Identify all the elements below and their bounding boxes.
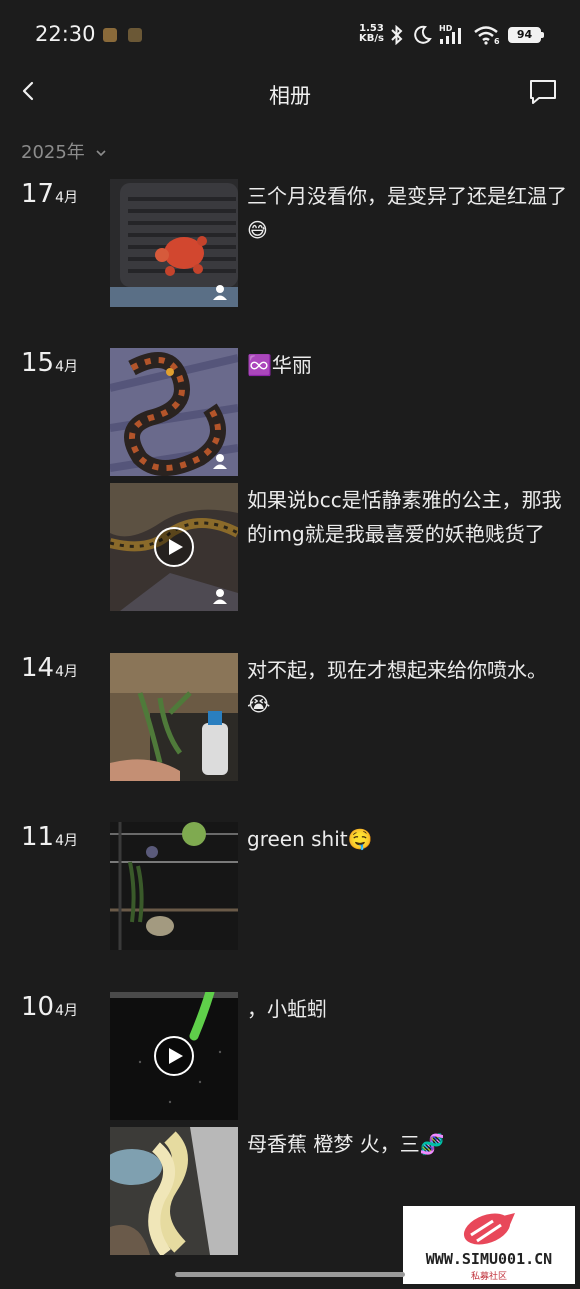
post-thumbnail[interactable] bbox=[110, 653, 238, 781]
play-icon[interactable] bbox=[153, 1035, 195, 1077]
post-thumbnail[interactable] bbox=[110, 483, 238, 611]
post-caption: 三个月没看你，是变异了还是红温了😅 bbox=[247, 184, 567, 242]
year-filter-dropdown[interactable]: 2025年 bbox=[21, 138, 107, 164]
watermark-text: WWW.SIMU001.CN bbox=[425, 1250, 553, 1268]
home-indicator[interactable] bbox=[175, 1272, 405, 1277]
post-thumbnail[interactable] bbox=[110, 1127, 238, 1255]
watermark-subtext: 私募社区 bbox=[470, 1272, 507, 1282]
network-speed-unit: KB/s bbox=[359, 33, 384, 44]
private-person-icon bbox=[213, 454, 227, 469]
thumbnail-image bbox=[110, 822, 238, 950]
signal-icon bbox=[440, 28, 461, 44]
private-person-icon bbox=[213, 589, 227, 604]
date-month: 4月 bbox=[55, 664, 79, 680]
message-bubble-icon bbox=[530, 80, 556, 104]
moon-icon bbox=[414, 25, 432, 44]
post-caption: ，小蚯蚓 bbox=[247, 997, 327, 1021]
page-title: 相册 bbox=[269, 84, 311, 108]
post-caption: 对不起，现在才想起来给你喷水。😭 bbox=[247, 658, 547, 716]
notification-app-icon bbox=[103, 28, 117, 42]
chevron-down-icon bbox=[95, 150, 106, 157]
status-bar: 22:30 1.53 KB/s HD 6 94 bbox=[0, 0, 580, 70]
post-caption: ♾️华丽 bbox=[247, 353, 312, 377]
date-month: 4月 bbox=[55, 359, 79, 375]
post-caption: green shit🤤 bbox=[247, 827, 373, 851]
date-day: 14 bbox=[21, 653, 55, 683]
post-thumbnail[interactable] bbox=[110, 822, 238, 950]
watermark: WWW.SIMU001.CN 私募社区 bbox=[403, 1206, 575, 1284]
post-date: 174月 bbox=[21, 179, 78, 209]
messages-button[interactable] bbox=[526, 76, 560, 108]
wifi-label: 6 bbox=[494, 37, 500, 46]
date-day: 10 bbox=[21, 992, 55, 1022]
network-speed: 1.53 KB/s bbox=[359, 24, 384, 44]
play-icon[interactable] bbox=[153, 526, 195, 568]
year-filter-value: 2025年 bbox=[21, 142, 85, 163]
post-date: 114月 bbox=[21, 822, 78, 852]
post-caption: 如果说bcc是恬静素雅的公主，那我的img就是我最喜爱的妖艳贱货了 bbox=[247, 488, 562, 546]
post-date: 144月 bbox=[21, 653, 78, 683]
private-person-icon bbox=[213, 285, 227, 300]
post-date: 154月 bbox=[21, 348, 78, 378]
watermark-logo bbox=[463, 1213, 515, 1245]
date-month: 4月 bbox=[55, 833, 79, 849]
date-month: 4月 bbox=[55, 1003, 79, 1019]
post-thumbnail[interactable] bbox=[110, 992, 238, 1120]
battery-indicator: 94 bbox=[508, 27, 544, 43]
date-day: 11 bbox=[21, 822, 55, 852]
top-bar: 相册 bbox=[0, 70, 580, 114]
thumbnail-image bbox=[110, 653, 238, 781]
post-thumbnail[interactable] bbox=[110, 348, 238, 476]
notification-app-icon-2 bbox=[128, 28, 142, 42]
date-month: 4月 bbox=[55, 190, 79, 206]
status-time: 22:30 bbox=[35, 22, 96, 46]
post-caption: 母香蕉 橙梦 火，三🧬 bbox=[247, 1132, 445, 1156]
bluetooth-icon bbox=[391, 25, 403, 45]
post-thumbnail[interactable] bbox=[110, 179, 238, 307]
thumbnail-image bbox=[110, 1127, 238, 1255]
date-day: 15 bbox=[21, 348, 55, 378]
post-date: 104月 bbox=[21, 992, 78, 1022]
date-day: 17 bbox=[21, 179, 55, 209]
album-timeline: 174月 三个月没看你，是变异了还是红温了😅 154月 ♾️华丽 如果说bcc是… bbox=[0, 175, 580, 1275]
